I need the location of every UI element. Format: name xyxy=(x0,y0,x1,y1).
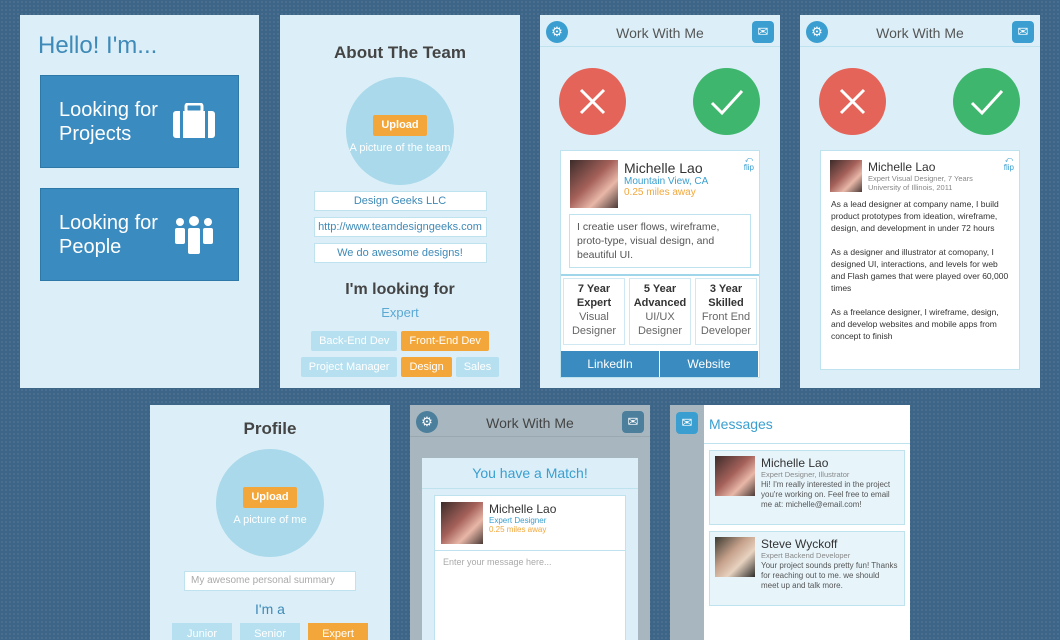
team-photo-placeholder[interactable]: Upload A picture of the team xyxy=(346,77,454,185)
level-senior[interactable]: Senior xyxy=(240,623,300,640)
stat-frontend: 3 Year Skilled Front End Developer xyxy=(695,278,757,345)
messages-panel: Messages Michelle Lao Expert Designer, I… xyxy=(704,405,910,640)
screen-title: Work With Me xyxy=(876,25,964,41)
website-field[interactable]: http://www.teamdesigngeeks.com xyxy=(313,217,487,237)
summary-input[interactable]: My awesome personal summary xyxy=(184,571,356,591)
match-title: You have a Match! xyxy=(422,458,638,489)
work-with-me-screen: ⚙ Work With Me ✉ ⤺ flip Michelle Lao Moun… xyxy=(540,15,780,388)
screen-title: Work With Me xyxy=(486,415,574,431)
level-junior[interactable]: Junior xyxy=(172,623,232,640)
accept-button[interactable] xyxy=(953,68,1020,135)
upload-button[interactable]: Upload xyxy=(243,487,297,508)
reject-button[interactable] xyxy=(559,68,626,135)
profile-card: ⤺ flip Michelle Lao Mountain View, CA 0.2… xyxy=(560,150,760,378)
profile-screen: Profile Upload A picture of me My awesom… xyxy=(150,405,390,640)
gear-icon[interactable]: ⚙ xyxy=(546,21,568,43)
accept-button[interactable] xyxy=(693,68,760,135)
messages-screen: Messages Michelle Lao Expert Designer, I… xyxy=(670,405,910,640)
skill-tags: Back-End Dev Front-End Dev Project Manag… xyxy=(295,328,505,380)
avatar xyxy=(715,456,755,496)
avatar xyxy=(441,502,483,544)
reject-button[interactable] xyxy=(819,68,886,135)
work-detail-screen: ⚙ Work With Me ✉ ⤺ flip Michelle Lao Expe… xyxy=(800,15,1040,388)
tag-sales[interactable]: Sales xyxy=(455,357,500,377)
tag-project-manager[interactable]: Project Manager xyxy=(300,357,398,377)
close-icon xyxy=(839,88,866,115)
profile-role: Expert Visual Designer, 7 Years xyxy=(868,174,973,183)
website-button[interactable]: Website xyxy=(660,351,759,377)
chat-icon[interactable]: ✉ xyxy=(676,412,698,434)
people-icon xyxy=(175,216,213,254)
page-title: About The Team xyxy=(334,43,466,62)
top-bar: ⚙ Work With Me ✉ xyxy=(800,15,1040,47)
upload-button[interactable]: Upload xyxy=(373,115,427,136)
level-expert[interactable]: Expert xyxy=(308,623,368,640)
gear-icon[interactable]: ⚙ xyxy=(416,411,438,433)
briefcase-icon xyxy=(173,103,215,138)
chat-icon[interactable]: ✉ xyxy=(1012,21,1034,43)
top-bar: ⚙ Work With Me ✉ xyxy=(540,15,780,47)
match-dialog: You have a Match! Michelle Lao Expert De… xyxy=(422,458,638,640)
tag-design[interactable]: Design xyxy=(401,357,452,377)
match-card: Michelle Lao Expert Designer 0.25 miles … xyxy=(434,495,626,640)
profile-name: Michelle Lao xyxy=(868,160,936,174)
about-team-screen: About The Team Upload A picture of the t… xyxy=(280,15,520,388)
gear-icon[interactable]: ⚙ xyxy=(806,21,828,43)
company-field[interactable]: Design Geeks LLC xyxy=(313,191,487,211)
tag-back-end[interactable]: Back-End Dev xyxy=(311,331,398,351)
looking-for-projects-button[interactable]: Looking for Projects xyxy=(40,75,239,168)
check-icon xyxy=(970,89,1004,116)
profile-detail-card: ⤺ flip Michelle Lao Expert Visual Designe… xyxy=(820,150,1020,370)
looking-for-heading: I'm looking for xyxy=(345,281,455,298)
top-bar: ⚙ Work With Me ✉ xyxy=(410,405,650,437)
close-icon xyxy=(579,88,606,115)
profile-distance: 0.25 miles away xyxy=(624,187,696,198)
message-item[interactable]: Michelle Lao Expert Designer, Illustrato… xyxy=(709,450,905,525)
tagline-field[interactable]: We do awesome designs! xyxy=(313,243,487,263)
linkedin-button[interactable]: LinkedIn xyxy=(561,351,660,377)
level-heading: I'm a xyxy=(255,601,285,617)
avatar xyxy=(830,160,862,192)
check-icon xyxy=(710,89,744,116)
profile-photo-placeholder[interactable]: Upload A picture of me xyxy=(216,449,324,557)
looking-for-people-button[interactable]: Looking for People xyxy=(40,188,239,281)
tag-front-end[interactable]: Front-End Dev xyxy=(401,331,489,351)
profile-location: Mountain View, CA xyxy=(624,176,709,187)
experience-stats: 7 Year Expert Visual Designer 5 Year Advanc… xyxy=(561,274,759,347)
screen-title: Work With Me xyxy=(616,25,704,41)
chat-icon[interactable]: ✉ xyxy=(752,21,774,43)
welcome-screen: Hello! I'm... Looking for Projects Looki… xyxy=(20,15,259,388)
stat-uiux: 5 Year Advanced UI/UX Designer xyxy=(629,278,691,345)
match-role: Expert Designer xyxy=(489,516,547,525)
avatar xyxy=(715,537,755,577)
chat-icon[interactable]: ✉ xyxy=(622,411,644,433)
message-input[interactable]: Enter your message here... xyxy=(435,550,625,573)
messages-title: Messages xyxy=(704,405,910,444)
greeting: Hello! I'm... xyxy=(38,32,158,59)
match-screen: ⚙ Work With Me ✉ You have a Match! Miche… xyxy=(410,405,650,640)
profile-school: University of Illinois, 2011 xyxy=(868,183,953,192)
message-item[interactable]: Steve Wyckoff Expert Backend Developer Y… xyxy=(709,531,905,606)
level-label: Expert xyxy=(381,305,419,320)
flip-icon[interactable]: ⤺ flip xyxy=(1004,156,1014,172)
match-name: Michelle Lao xyxy=(489,502,557,516)
flip-icon[interactable]: ⤺ flip xyxy=(744,156,754,172)
profile-bio: I creatie user flows, wireframe, proto-t… xyxy=(569,214,751,268)
profile-name: Michelle Lao xyxy=(624,160,703,176)
experience-details: As a lead designer at company name, I bu… xyxy=(831,199,1009,341)
avatar xyxy=(570,160,618,208)
page-title: Profile xyxy=(243,419,297,438)
stat-visual: 7 Year Expert Visual Designer xyxy=(563,278,625,345)
match-distance: 0.25 miles away xyxy=(489,525,547,534)
